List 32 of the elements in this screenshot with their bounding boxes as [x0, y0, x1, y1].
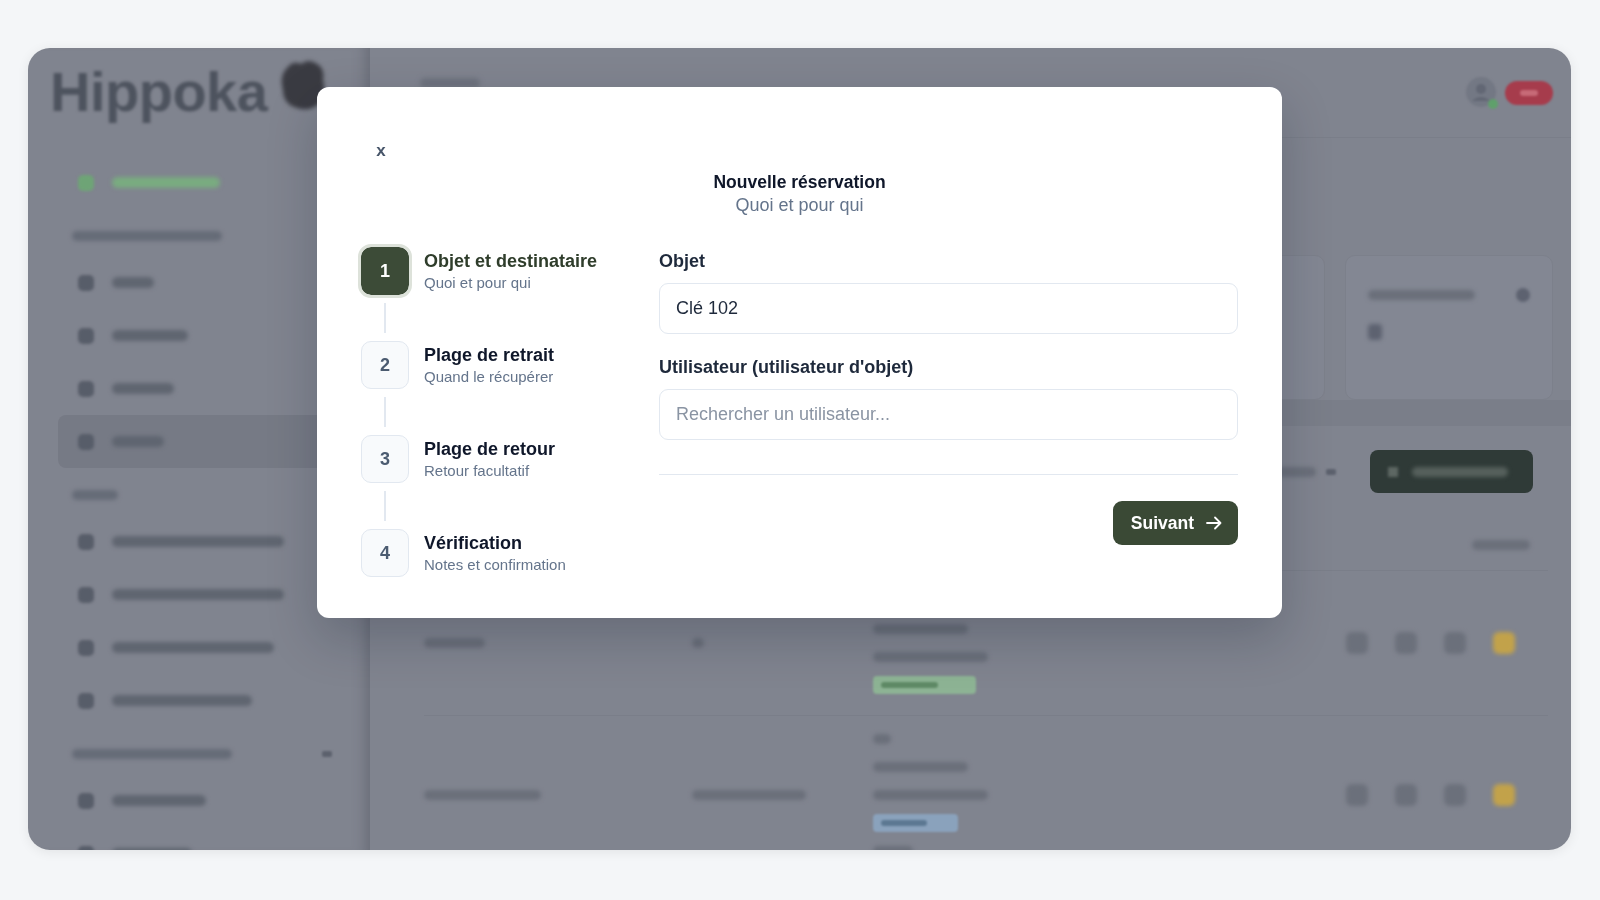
- step-subtitle: Quoi et pour qui: [424, 273, 532, 292]
- blurred-button[interactable]: [1370, 450, 1533, 493]
- dialog-subtitle: Quoi et pour qui: [735, 194, 864, 217]
- input-field[interactable]: Rechercher un utilisateur...: [659, 389, 1238, 440]
- blurred-icon: [1493, 784, 1515, 806]
- next-button[interactable]: Suivant: [1112, 501, 1238, 545]
- blurred-text: [420, 77, 480, 88]
- caret-icon: [1326, 468, 1336, 475]
- step-title: Objet et destinataire: [424, 250, 598, 272]
- blurred-text: [1368, 324, 1382, 340]
- step-title: Plage de retour: [424, 438, 556, 460]
- step-title: Plage de retrait: [424, 344, 555, 366]
- step-number: 4: [361, 529, 409, 577]
- step-subtitle: Retour facultatif: [424, 461, 531, 480]
- blurred-icon: [1516, 288, 1530, 302]
- step-title: Vérification: [424, 532, 524, 554]
- field-label: Utilisateur (utilisateur d'objet): [659, 356, 915, 378]
- close-button[interactable]: x: [367, 137, 395, 165]
- notification-badge: [1505, 80, 1553, 105]
- step-number: 3: [361, 435, 409, 483]
- step-subtitle: Notes et confirmation: [424, 555, 566, 574]
- step-subtitle: Quand le récupérer: [424, 367, 555, 386]
- step-number: 1: [358, 244, 412, 298]
- input-field[interactable]: Clé 102: [659, 283, 1238, 334]
- step-number: 2: [361, 341, 409, 389]
- blurred-text: [72, 490, 118, 500]
- field-label: Objet: [659, 250, 706, 272]
- dialog-title: Nouvelle réservation: [713, 171, 886, 193]
- blurred-icon: [1493, 632, 1515, 654]
- avatar-icon: [1465, 75, 1499, 110]
- caret-icon: [322, 751, 332, 757]
- arrow-right-icon: [1206, 516, 1222, 530]
